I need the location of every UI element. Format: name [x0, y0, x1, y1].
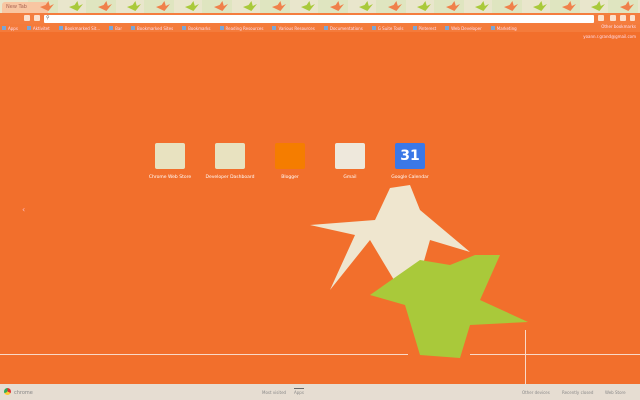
bookmark-label: G Suite Tools — [377, 25, 404, 31]
crane-pattern-icon — [156, 1, 170, 11]
divider-line — [0, 354, 408, 355]
bookmark-item[interactable]: Web Developer — [445, 26, 482, 31]
web-store-link[interactable]: Web Store — [605, 390, 626, 395]
bookmark-label: Bookmarked Sit... — [64, 25, 101, 31]
app-chrome-web-store[interactable]: Chrome Web Store — [140, 143, 200, 180]
omnibox[interactable]: ⚲ — [44, 15, 594, 23]
bookmark-item[interactable]: Bar — [109, 26, 122, 31]
app-developer-dashboard[interactable]: Developer Dashboard — [200, 143, 260, 180]
bookmark-label: Web Developer — [451, 25, 482, 31]
bookmark-favicon-icon — [58, 26, 63, 30]
bookmark-favicon-icon — [272, 26, 277, 30]
back-icon[interactable] — [24, 15, 30, 21]
ntp-footer: chrome Most visited Apps Other devices R… — [0, 384, 640, 400]
bookmark-item[interactable]: Apps — [2, 26, 18, 31]
search-icon: ⚲ — [46, 15, 50, 21]
bookmarks-bar: Apps Aktivitet Bookmarked Sit... Bar Bookmar… — [0, 24, 640, 32]
tab-strip: New Tab — [0, 0, 640, 13]
divider-line — [525, 330, 526, 384]
extension-icon[interactable] — [598, 15, 604, 21]
most-visited-tab[interactable]: Most visited — [262, 390, 286, 395]
crane-pattern-icon — [475, 1, 489, 11]
bookmark-favicon-icon — [219, 26, 224, 30]
bookmark-favicon-icon — [323, 26, 328, 30]
bookmark-favicon-icon — [490, 26, 495, 30]
crane-pattern-icon — [98, 1, 112, 11]
bookmark-label: Bar — [115, 25, 122, 31]
app-label: Developer Dashboard — [205, 175, 255, 180]
bookmark-label: Apps — [8, 25, 18, 31]
crane-pattern-icon — [446, 1, 460, 11]
bookmark-label: Various Resources — [278, 25, 315, 31]
apps-tab[interactable]: Apps — [294, 388, 304, 395]
divider-line — [470, 354, 640, 355]
bookmark-favicon-icon — [2, 26, 6, 30]
bookmark-favicon-icon — [445, 26, 450, 30]
bookmark-item[interactable]: Pinterest — [412, 25, 437, 31]
app-gmail[interactable]: Gmail — [320, 143, 380, 180]
chrome-web-store-icon — [155, 143, 185, 169]
gmail-icon — [335, 143, 365, 169]
menu-icon[interactable] — [630, 15, 635, 21]
crane-pattern-icon — [214, 1, 228, 11]
bookmark-item[interactable]: Marketing — [490, 25, 517, 31]
crane-pattern-icon — [417, 1, 431, 11]
app-label: Chrome Web Store — [148, 175, 192, 180]
blogger-icon — [275, 143, 305, 169]
bookmark-favicon-icon — [182, 26, 187, 30]
app-google-calendar[interactable]: 31 Google Calendar — [380, 143, 440, 180]
other-bookmarks[interactable]: Other bookmarks — [601, 24, 636, 29]
crane-pattern-icon — [591, 1, 605, 11]
chrome-logo-icon — [4, 388, 11, 395]
crane-pattern-icon — [359, 1, 373, 11]
crane-pattern-icon — [301, 1, 315, 11]
bookmark-favicon-icon — [131, 26, 135, 30]
crane-pattern-icon — [504, 1, 518, 11]
bookmark-item[interactable]: Various Resources — [272, 25, 315, 31]
crane-pattern-icon — [127, 1, 141, 11]
crane-pattern-icon — [185, 1, 199, 11]
bookmark-item[interactable]: Bookmarks — [182, 25, 211, 31]
crane-pattern-icon — [330, 1, 344, 11]
bookmark-item[interactable]: G Suite Tools — [371, 25, 404, 31]
tab-title: New Tab — [6, 4, 27, 10]
profile-icon[interactable] — [620, 15, 626, 21]
developer-dashboard-icon — [215, 143, 245, 169]
bookmark-favicon-icon — [26, 26, 31, 30]
origami-cranes — [310, 185, 528, 358]
bookmark-label: Bookmarks — [188, 25, 211, 31]
bookmark-favicon-icon — [109, 26, 114, 30]
crane-pattern-icon — [272, 1, 286, 11]
extension-icon-2[interactable] — [610, 15, 616, 21]
bookmark-favicon-icon — [371, 26, 376, 30]
bookmark-label: Documentations — [329, 25, 363, 31]
toolbar: ⚲ — [0, 13, 640, 24]
bookmark-label: Pinterest — [418, 25, 437, 31]
bookmark-label: Reading Resources — [225, 25, 264, 31]
bookmark-label: Aktivitet — [32, 25, 50, 31]
bookmark-label: Bookmarked Sites — [137, 25, 174, 31]
bookmark-favicon-icon — [412, 26, 417, 30]
crane-pattern-icon — [69, 1, 83, 11]
google-calendar-icon: 31 — [395, 143, 425, 169]
crane-pattern-icon — [243, 1, 257, 11]
account-email[interactable]: yoann.r.grand@gmail.com — [583, 34, 636, 39]
crane-pattern-icon — [533, 1, 547, 11]
app-blogger[interactable]: Blogger — [260, 143, 320, 180]
bookmark-item[interactable]: Reading Resources — [219, 25, 264, 31]
recently-closed-menu[interactable]: Recently closed — [562, 390, 593, 395]
bookmark-item[interactable]: Documentations — [323, 25, 363, 31]
home-icon[interactable] — [34, 15, 40, 21]
bookmark-item[interactable]: Aktivitet — [26, 25, 50, 31]
chrome-brand: chrome — [14, 390, 33, 396]
crane-pattern-icon — [388, 1, 402, 11]
prev-page-arrow[interactable]: ‹ — [22, 205, 25, 214]
crane-pattern-icon — [562, 1, 576, 11]
bookmark-item[interactable]: Bookmarked Sites — [131, 26, 173, 31]
bookmark-label: Marketing — [496, 25, 517, 31]
crane-pattern-icon — [620, 1, 634, 11]
bookmark-item[interactable]: Bookmarked Sit... — [58, 25, 101, 31]
other-devices-menu[interactable]: Other devices — [522, 390, 550, 395]
